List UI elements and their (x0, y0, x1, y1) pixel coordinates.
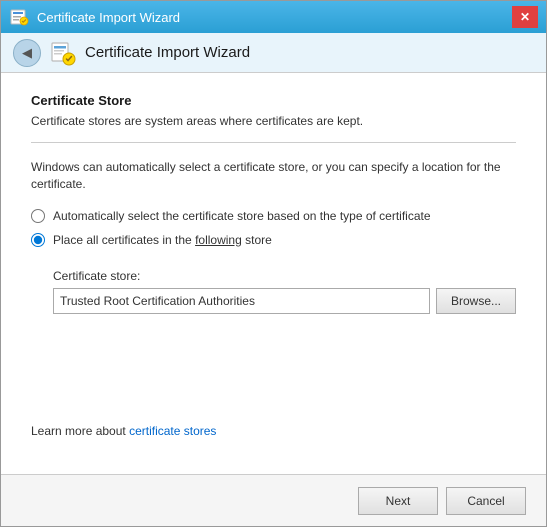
radio-group: Automatically select the certificate sto… (31, 209, 516, 247)
nav-wizard-icon (49, 39, 77, 67)
cert-store-row: Browse... (53, 288, 516, 314)
title-bar-title: Certificate Import Wizard (37, 10, 180, 25)
browse-button[interactable]: Browse... (436, 288, 516, 314)
cert-store-input[interactable] (53, 288, 430, 314)
radio-auto-label: Automatically select the certificate sto… (53, 209, 431, 223)
title-bar: Certificate Import Wizard ✕ (1, 1, 546, 33)
spacer (31, 314, 516, 424)
radio-manual-underline: following (195, 233, 242, 247)
section-description: Certificate stores are system areas wher… (31, 114, 516, 128)
back-icon: ◀ (22, 45, 32, 61)
radio-auto[interactable] (31, 209, 45, 223)
radio-manual[interactable] (31, 233, 45, 247)
back-button[interactable]: ◀ (13, 39, 41, 67)
cancel-button[interactable]: Cancel (446, 487, 526, 515)
learn-more-link[interactable]: certificate stores (129, 424, 216, 438)
radio-manual-item[interactable]: Place all certificates in the following … (31, 233, 516, 247)
title-bar-controls: ✕ (512, 6, 538, 28)
window: Certificate Import Wizard ✕ ◀ Certificat… (0, 0, 547, 527)
nav-bar: ◀ Certificate Import Wizard (1, 33, 546, 73)
nav-title: Certificate Import Wizard (85, 44, 250, 61)
wizard-icon (9, 7, 29, 27)
learn-more: Learn more about certificate stores (31, 424, 516, 438)
close-button[interactable]: ✕ (512, 6, 538, 28)
radio-manual-label: Place all certificates in the following … (53, 233, 272, 247)
info-text: Windows can automatically select a certi… (31, 159, 516, 193)
main-content: Certificate Store Certificate stores are… (1, 73, 546, 474)
footer: Next Cancel (1, 474, 546, 526)
radio-auto-item[interactable]: Automatically select the certificate sto… (31, 209, 516, 223)
section-title: Certificate Store (31, 93, 516, 108)
divider (31, 142, 516, 143)
cert-store-section: Certificate store: Browse... (53, 269, 516, 314)
next-button[interactable]: Next (358, 487, 438, 515)
learn-more-prefix: Learn more about (31, 424, 129, 438)
info-text-content: Windows can automatically select a certi… (31, 160, 501, 191)
cert-store-label: Certificate store: (53, 269, 516, 283)
title-bar-left: Certificate Import Wizard (9, 7, 180, 27)
